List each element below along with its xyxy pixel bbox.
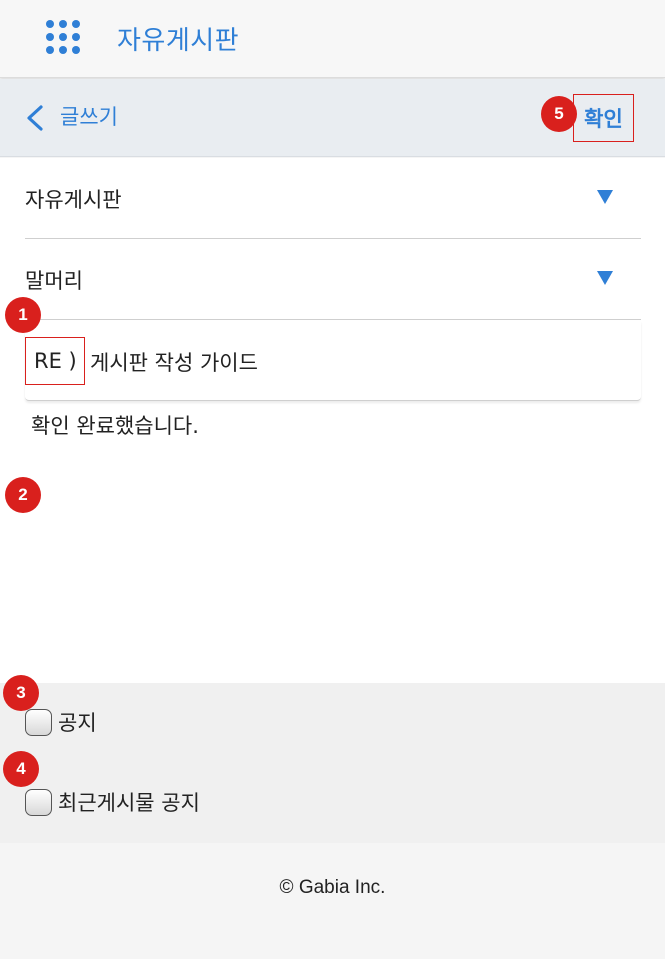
board-select-value: 자유게시판 [25,188,122,212]
chevron-left-icon[interactable] [24,104,46,132]
body-textarea[interactable]: 확인 완료했습니다. [31,410,199,440]
notice-checkbox-row[interactable]: 공지 [25,707,97,737]
grid-menu-icon[interactable] [46,20,82,56]
subject-input[interactable]: RE ) 게시판 작성 가이드 [25,321,641,401]
options-section [0,683,665,843]
dropdown-arrow-icon [597,271,613,285]
app-title: 자유게시판 [117,26,240,56]
dropdown-arrow-icon [597,190,613,204]
prefix-select[interactable]: 말머리 [25,239,641,320]
prefix-select-value: 말머리 [25,269,83,293]
subject-input-value[interactable]: 게시판 작성 가이드 [90,347,258,377]
top-bar: 자유게시판 [0,0,665,78]
annotation-badge-4: 4 [3,751,39,787]
recent-notice-label: 최근게시물 공지 [58,791,200,815]
footer: © Gabia Inc. [0,843,665,959]
recent-notice-checkbox-row[interactable]: 최근게시물 공지 [25,787,200,817]
annotation-badge-5: 5 [541,96,577,132]
recent-notice-checkbox[interactable] [25,788,52,816]
copyright-text: © Gabia Inc. [279,877,386,898]
back-label[interactable]: 글쓰기 [60,101,118,131]
confirm-button[interactable]: 확인 [573,94,634,142]
notice-checkbox[interactable] [25,708,52,736]
annotation-badge-2: 2 [5,477,41,513]
reply-prefix: RE ) [25,337,85,385]
annotation-badge-1: 1 [5,297,41,333]
annotation-badge-3: 3 [3,675,39,711]
notice-label: 공지 [58,711,97,735]
board-select[interactable]: 자유게시판 [25,158,641,239]
